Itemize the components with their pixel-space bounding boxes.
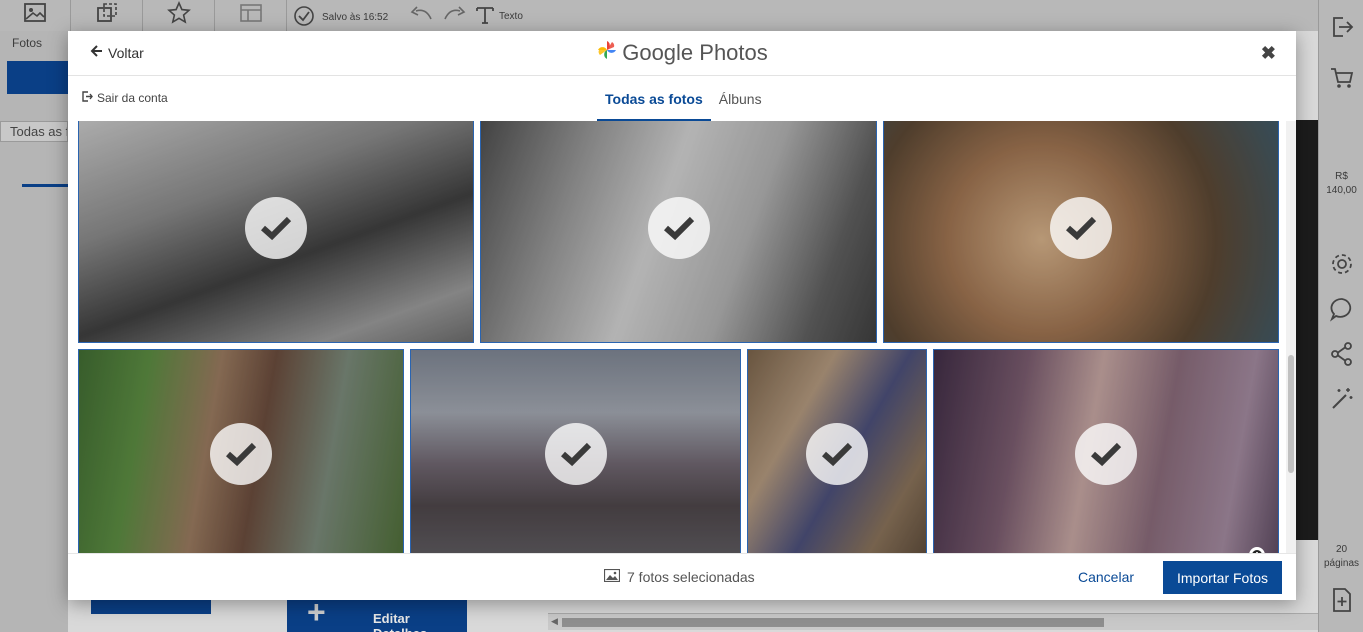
template-tool[interactable] bbox=[215, 0, 287, 31]
layout-tool[interactable] bbox=[71, 0, 143, 31]
pages-count: 20 bbox=[1335, 544, 1348, 555]
edit-details-button[interactable]: + Editar Detalhes bbox=[287, 594, 467, 632]
selected-count-text: 7 fotos selecionadas bbox=[627, 569, 755, 585]
photo-filter-input[interactable]: Todas as f bbox=[0, 121, 68, 142]
favorites-tool[interactable] bbox=[143, 0, 215, 31]
price-display: R$ 140,00 bbox=[1319, 170, 1363, 198]
photo-tabs: Todas as fotos Álbuns bbox=[597, 76, 770, 121]
modal-title: Google Photos bbox=[68, 39, 1296, 67]
edit-details-label: Editar Detalhes bbox=[373, 611, 427, 632]
import-photos-button[interactable]: Importar Fotos bbox=[1163, 561, 1282, 594]
save-status-text: Salvo às 16:52 bbox=[322, 12, 389, 23]
price-currency: R$ bbox=[1335, 171, 1348, 182]
modal-header: Voltar Google Photos ✖ bbox=[68, 31, 1296, 76]
upload-button[interactable] bbox=[7, 61, 69, 94]
left-panel bbox=[0, 0, 68, 632]
chat-icon[interactable] bbox=[1329, 296, 1355, 322]
photo-tile[interactable] bbox=[78, 121, 474, 343]
modal-subbar: Sair da conta Todas as fotos Álbuns bbox=[68, 76, 1296, 121]
photo-tile[interactable] bbox=[933, 349, 1279, 553]
logout-label: Sair da conta bbox=[97, 91, 168, 105]
redo-icon[interactable] bbox=[442, 4, 468, 31]
photo-tile[interactable] bbox=[747, 349, 927, 553]
photos-tool-label: Fotos bbox=[12, 36, 43, 50]
undo-icon[interactable] bbox=[408, 4, 434, 31]
cancel-button[interactable]: Cancelar bbox=[1078, 569, 1134, 585]
photo-tile[interactable] bbox=[883, 121, 1279, 343]
add-page-icon[interactable] bbox=[1329, 587, 1355, 613]
photo-grid bbox=[68, 121, 1281, 553]
sign-out-icon bbox=[82, 91, 93, 105]
selected-check-icon bbox=[806, 423, 868, 485]
scrollbar-thumb[interactable] bbox=[1288, 355, 1294, 473]
selected-check-icon bbox=[1050, 197, 1112, 259]
text-icon bbox=[475, 5, 495, 28]
active-tab-indicator bbox=[22, 184, 68, 187]
scrollbar-thumb[interactable] bbox=[562, 618, 1104, 627]
close-icon[interactable]: ✖ bbox=[1261, 43, 1276, 64]
gear-icon[interactable] bbox=[1329, 251, 1355, 277]
selected-check-icon bbox=[245, 197, 307, 259]
canvas-edge bbox=[1296, 120, 1318, 540]
selected-count: 7 fotos selecionadas bbox=[603, 568, 755, 585]
image-icon bbox=[23, 2, 47, 29]
pages-info: 20 páginas bbox=[1319, 543, 1363, 571]
check-circle-icon bbox=[292, 5, 316, 30]
star-icon bbox=[166, 1, 191, 30]
photo-grid-scrollbar[interactable] bbox=[1286, 121, 1296, 553]
modal-footer: 7 fotos selecionadas Cancelar Importar F… bbox=[68, 553, 1296, 600]
share-icon[interactable] bbox=[1329, 341, 1355, 367]
modal-title-text: Google Photos bbox=[622, 40, 768, 65]
tab-all-photos[interactable]: Todas as fotos bbox=[597, 76, 711, 121]
cart-icon[interactable] bbox=[1329, 65, 1355, 91]
google-photos-logo-icon bbox=[596, 39, 618, 67]
selected-check-icon bbox=[210, 423, 272, 485]
image-icon bbox=[603, 568, 621, 585]
logout-link[interactable]: Sair da conta bbox=[82, 91, 168, 105]
scroll-left-icon[interactable]: ◀ bbox=[551, 616, 558, 627]
text-tool-label: Texto bbox=[499, 11, 523, 22]
horizontal-scrollbar[interactable]: ◀ bbox=[548, 613, 1318, 630]
selected-check-icon bbox=[1075, 423, 1137, 485]
layout-icon bbox=[239, 2, 263, 29]
logout-icon[interactable] bbox=[1329, 14, 1355, 40]
pages-label: páginas bbox=[1323, 558, 1360, 569]
text-tool[interactable]: Texto bbox=[475, 5, 523, 28]
price-value: 140,00 bbox=[1326, 185, 1357, 196]
google-photos-modal: Voltar Google Photos ✖ Sair da conta Tod… bbox=[68, 31, 1296, 600]
save-status: Salvo às 16:52 bbox=[292, 5, 388, 30]
photo-tile[interactable] bbox=[78, 349, 404, 553]
selected-check-icon bbox=[544, 423, 607, 485]
history-controls bbox=[408, 4, 468, 31]
photos-tool[interactable] bbox=[0, 0, 71, 31]
tab-albums[interactable]: Álbuns bbox=[711, 76, 770, 121]
selected-check-icon bbox=[647, 197, 710, 259]
magic-wand-icon[interactable] bbox=[1329, 386, 1355, 412]
frame-icon bbox=[95, 2, 119, 29]
photo-tile[interactable] bbox=[480, 121, 877, 343]
photo-tile[interactable] bbox=[410, 349, 741, 553]
right-panel: R$ 140,00 20 páginas bbox=[1318, 0, 1363, 632]
